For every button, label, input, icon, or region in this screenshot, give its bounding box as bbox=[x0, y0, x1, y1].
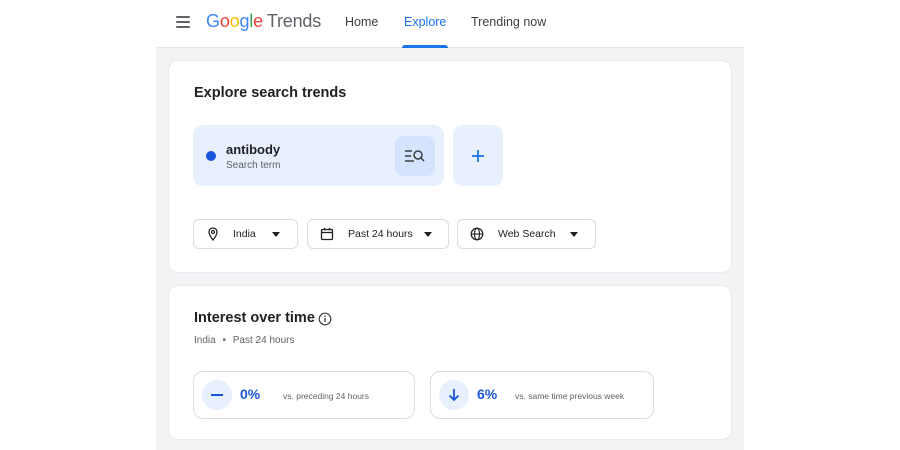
hamburger-menu-icon[interactable] bbox=[176, 16, 192, 30]
stat-badge bbox=[439, 380, 469, 410]
tab-trending-now[interactable]: Trending now bbox=[471, 0, 546, 48]
interest-period: Past 24 hours bbox=[232, 335, 295, 346]
tab-home[interactable]: Home bbox=[345, 0, 378, 48]
stat-value: 6% bbox=[477, 386, 498, 402]
term-type: Search term bbox=[226, 160, 281, 171]
stat-badge bbox=[202, 380, 232, 410]
location-dropdown[interactable]: India bbox=[193, 219, 298, 249]
term-search-options-button[interactable] bbox=[395, 136, 435, 176]
list-search-icon bbox=[405, 150, 425, 162]
logo-trends-text: Trends bbox=[266, 11, 322, 31]
term-name: antibody bbox=[226, 142, 281, 157]
calendar-icon bbox=[320, 228, 334, 241]
search-term-chip[interactable]: antibody Search term bbox=[193, 125, 444, 186]
interest-over-time-card: Interest over time India • Past 24 hours… bbox=[168, 285, 732, 440]
search-property-dropdown[interactable]: Web Search bbox=[457, 219, 596, 249]
plus-icon bbox=[472, 149, 484, 162]
explore-card: Explore search trends antibody Search te… bbox=[168, 60, 732, 273]
app-frame: Google Trends Home Explore Trending now E… bbox=[156, 0, 744, 450]
logo-letter-g: G bbox=[206, 11, 220, 31]
caret-down-icon bbox=[424, 232, 432, 237]
minus-icon bbox=[211, 394, 223, 396]
info-icon[interactable] bbox=[318, 312, 332, 326]
stat-previous-week: 6% vs. same time previous week bbox=[430, 371, 654, 419]
interest-separator: • bbox=[222, 335, 226, 346]
arrow-down-icon bbox=[448, 389, 460, 402]
stat-preceding-24h: 0% vs. preceding 24 hours bbox=[193, 371, 415, 419]
time-range-value: Past 24 hours bbox=[348, 228, 413, 240]
logo-letter-g2: g bbox=[239, 11, 250, 31]
stat-label: vs. same time previous week bbox=[515, 391, 625, 401]
location-value: India bbox=[233, 228, 256, 240]
logo-letter-o2: o bbox=[229, 11, 240, 31]
globe-icon bbox=[470, 227, 484, 241]
top-app-bar: Google Trends Home Explore Trending now bbox=[156, 0, 744, 48]
interest-location: India bbox=[194, 335, 216, 346]
add-comparison-button[interactable] bbox=[453, 125, 503, 186]
interest-subtitle: India • Past 24 hours bbox=[194, 335, 294, 346]
search-property-value: Web Search bbox=[498, 228, 556, 240]
logo-letter-o1: o bbox=[219, 11, 230, 31]
term-color-dot bbox=[206, 151, 216, 161]
tab-explore[interactable]: Explore bbox=[402, 0, 449, 48]
explore-title: Explore search trends bbox=[194, 85, 347, 101]
interest-title: Interest over time bbox=[194, 310, 315, 326]
stat-label: vs. preceding 24 hours bbox=[283, 391, 369, 401]
caret-down-icon bbox=[272, 232, 280, 237]
location-pin-icon bbox=[208, 227, 218, 241]
caret-down-icon bbox=[570, 232, 578, 237]
google-trends-logo[interactable]: Google Trends bbox=[206, 11, 321, 37]
stat-value: 0% bbox=[240, 386, 261, 402]
logo-letter-e: e bbox=[253, 11, 263, 31]
time-range-dropdown[interactable]: Past 24 hours bbox=[307, 219, 449, 249]
